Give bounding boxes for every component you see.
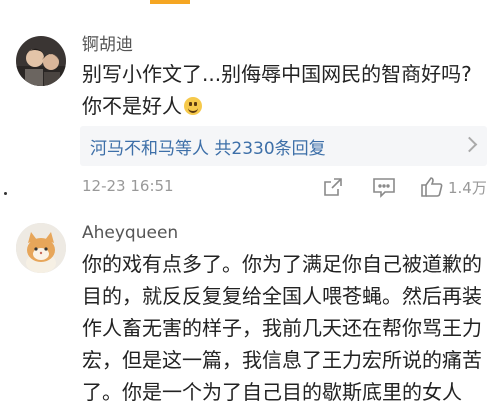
username[interactable]: Aheyqueen [82, 223, 178, 243]
timestamp: 12-23 16:51 [82, 177, 174, 195]
share-icon[interactable] [322, 176, 344, 202]
replies-summary: 河马不和马等人 共2330条回复 [90, 134, 326, 159]
comment-icon[interactable] [372, 176, 396, 202]
replies-count: 共2330条回复 [214, 139, 326, 159]
divider-dot [4, 192, 7, 195]
smile-emoji-icon [184, 97, 202, 115]
replies-users: 河马不和马等人 [90, 139, 209, 159]
avatar[interactable] [16, 36, 66, 86]
chevron-right-icon [461, 136, 478, 153]
thumbs-up-icon[interactable] [420, 176, 444, 202]
tab-indicator [150, 0, 190, 4]
username[interactable]: 锕胡迪 [82, 30, 133, 55]
comment-text: 别写小作文了...别侮辱中国网民的智商好吗? 你不是好人 [82, 58, 487, 122]
comment-body: 别写小作文了...别侮辱中国网民的智商好吗? 你不是好人 [82, 62, 472, 118]
avatar[interactable] [16, 223, 66, 273]
comment-text: 你的戏有点多了。你为了满足你自己被道歉的目的，就反反复复给全国人喂苍蝇。然后再装… [82, 252, 482, 404]
comment-meta: 12-23 16:51 1.4万 [0, 173, 500, 203]
like-count: 1.4万 [448, 179, 487, 197]
replies-preview[interactable]: 河马不和马等人 共2330条回复 [80, 126, 487, 166]
